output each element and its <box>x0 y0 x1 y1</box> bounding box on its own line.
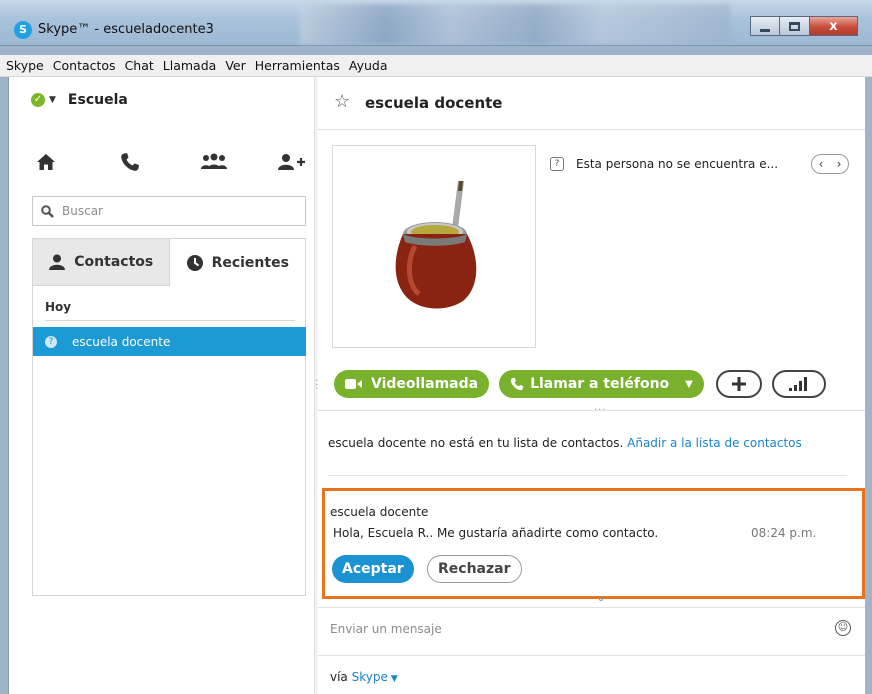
search-box[interactable]: Buscar <box>32 196 306 226</box>
via-row: vía Skype ▼ <box>318 655 865 694</box>
close-button[interactable]: x <box>810 16 858 36</box>
divider <box>318 410 865 411</box>
favorite-star-icon[interactable]: ☆ <box>334 91 350 112</box>
nav-toolbar <box>9 147 314 177</box>
contact-request-card: escuela docente Hola, Escuela R.. Me gus… <box>322 488 865 599</box>
skype-app-icon: S <box>14 21 32 39</box>
person-icon <box>49 254 66 270</box>
contact-tabs: Contactos Recientes <box>32 238 306 286</box>
contact-name: escuela docente <box>72 334 171 349</box>
title-bar: S Skype™ - escueladocente3 x <box>0 0 872 46</box>
video-call-label: Videollamada <box>371 376 479 392</box>
group-icon[interactable] <box>199 147 229 177</box>
via-skype-link[interactable]: Skype <box>352 670 388 684</box>
signal-bars-icon <box>788 377 807 391</box>
via-label: vía Skype ▼ <box>330 670 398 684</box>
menu-bar: Skype Contactos Chat Llamada Ver Herrami… <box>0 55 872 77</box>
notice-text: escuela docente no está en tu lista de c… <box>328 436 624 450</box>
next-icon[interactable]: › <box>837 157 842 171</box>
video-call-button[interactable]: Videollamada <box>334 370 490 398</box>
accept-button[interactable]: Aceptar <box>332 555 414 583</box>
divider <box>328 475 847 476</box>
search-icon <box>41 204 54 218</box>
clock-icon <box>186 254 203 271</box>
chevron-down-icon: ▼ <box>49 95 56 105</box>
profile-name: Escuela <box>67 92 128 108</box>
conversation-header: ☆ escuela docente <box>318 77 865 130</box>
tab-recientes[interactable]: Recientes <box>169 238 306 286</box>
add-contact-icon[interactable] <box>275 147 307 177</box>
menu-ver[interactable]: Ver <box>225 58 245 73</box>
aero-background <box>300 4 730 44</box>
group-header-today: Hoy <box>45 300 72 314</box>
request-sender: escuela docente <box>330 505 429 519</box>
maximize-button[interactable] <box>780 16 810 36</box>
mood-message: ? Esta persona no se encuentra e... <box>550 157 778 171</box>
profile-pager[interactable]: ‹ › <box>811 154 849 174</box>
tab-contactos-label: Contactos <box>74 254 154 270</box>
maximize-icon <box>789 21 800 31</box>
left-pane: ✓ ▼ Escuela Buscar Contactos Recientes H… <box>9 77 314 694</box>
list-item[interactable]: ? escuela docente <box>33 327 306 356</box>
reject-button[interactable]: Rechazar <box>427 555 522 583</box>
menu-skype[interactable]: Skype <box>6 58 44 73</box>
menu-llamada[interactable]: Llamada <box>163 58 217 73</box>
request-timestamp: 08:24 p.m. <box>751 526 817 540</box>
menu-contactos[interactable]: Contactos <box>53 58 116 73</box>
emoticon-icon[interactable]: ☺ <box>835 620 851 636</box>
minimize-button[interactable] <box>750 16 780 36</box>
minimize-icon <box>760 28 770 32</box>
window-controls: x <box>750 16 858 36</box>
prev-icon[interactable]: ‹ <box>819 157 824 171</box>
via-text: vía <box>330 670 348 684</box>
call-actions: Videollamada Llamar a teléfono ▼ <box>334 369 826 399</box>
mate-gourd-image <box>395 181 477 309</box>
call-phone-label: Llamar a teléfono <box>530 376 670 392</box>
plus-icon <box>731 377 746 391</box>
home-icon[interactable] <box>33 147 59 177</box>
call-quality-button[interactable] <box>771 370 826 398</box>
request-message: Hola, Escuela R.. Me gustaría añadirte c… <box>333 526 659 540</box>
mood-text: Esta persona no se encuentra e... <box>576 157 779 171</box>
tab-recientes-label: Recientes <box>211 254 289 271</box>
unknown-status-icon: ? <box>550 157 564 171</box>
video-camera-icon <box>345 379 362 389</box>
add-to-contacts-link[interactable]: Añadir a la lista de contactos <box>627 436 802 450</box>
search-input[interactable]: Buscar <box>62 204 103 218</box>
chevron-down-icon[interactable]: ▼ <box>685 379 693 390</box>
right-pane: ☆ escuela docente ? Esta persona no se e… <box>318 77 865 694</box>
phone-icon <box>510 377 524 391</box>
message-composer[interactable]: Enviar un mensaje ☺ <box>318 607 865 655</box>
contact-avatar <box>332 145 536 348</box>
add-button[interactable] <box>715 370 762 398</box>
unknown-status-icon: ? <box>45 335 57 348</box>
status-selector[interactable]: ✓ ▼ Escuela <box>31 92 128 108</box>
online-status-icon: ✓ <box>31 93 45 107</box>
menu-herramientas[interactable]: Herramientas <box>255 58 340 73</box>
menu-chat[interactable]: Chat <box>125 58 154 73</box>
main-window: ✓ ▼ Escuela Buscar Contactos Recientes H… <box>8 77 865 694</box>
conversation-title: escuela docente <box>365 94 503 112</box>
close-icon: x <box>829 18 838 34</box>
phone-icon[interactable] <box>117 147 143 177</box>
not-in-contacts-notice: escuela docente no está en tu lista de c… <box>328 436 802 450</box>
chevron-down-icon[interactable]: ▼ <box>391 674 398 684</box>
message-input[interactable]: Enviar un mensaje <box>330 622 442 636</box>
tab-contactos[interactable]: Contactos <box>32 238 170 286</box>
divider <box>45 320 295 321</box>
contact-list: Hoy ? escuela docente <box>32 286 306 596</box>
menu-ayuda[interactable]: Ayuda <box>349 58 388 73</box>
resize-handle-icon[interactable] <box>599 597 603 601</box>
call-phone-button[interactable]: Llamar a teléfono ▼ <box>499 370 704 398</box>
window-title: Skype™ - escueladocente3 <box>38 22 214 37</box>
